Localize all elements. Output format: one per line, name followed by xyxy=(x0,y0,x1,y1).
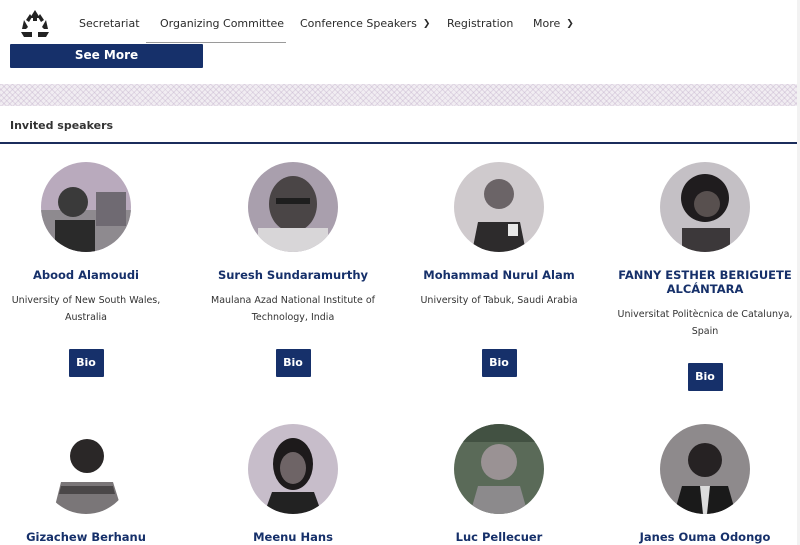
speaker-name[interactable]: Abood Alamoudi xyxy=(0,268,186,282)
decorative-pattern-band xyxy=(0,84,800,106)
speaker-affiliation: Universitat Politècnica de Catalunya, Sp… xyxy=(617,309,793,337)
speaker-affiliation: University of Tabuk, Saudi Arabia xyxy=(420,295,578,306)
speaker-card: Meenu Hans xyxy=(193,424,393,545)
top-nav: Secretariat Organizing Committee Confere… xyxy=(0,0,800,46)
speaker-photo xyxy=(454,424,544,514)
nav-conference-speakers-label: Conference Speakers xyxy=(300,17,417,30)
bio-button[interactable]: Bio xyxy=(275,349,311,377)
bio-button[interactable]: Bio xyxy=(687,363,723,391)
section-divider xyxy=(0,142,798,144)
speaker-card: Gizachew Berhanu xyxy=(0,424,186,545)
speaker-card: Suresh Sundaramurthy Maulana Azad Nation… xyxy=(193,162,393,402)
nav-more-label: More xyxy=(533,17,561,30)
chevron-down-icon: ❯ xyxy=(422,19,431,29)
speaker-card: FANNY ESTHER BERIGUETE ALCÁNTARA Univers… xyxy=(605,162,800,402)
nav-organizing-committee[interactable]: Organizing Committee xyxy=(160,17,284,30)
speaker-photo xyxy=(660,424,750,514)
see-more-button[interactable]: See More xyxy=(10,44,203,68)
speaker-name[interactable]: FANNY ESTHER BERIGUETE ALCÁNTARA xyxy=(605,268,800,296)
speaker-photo xyxy=(660,162,750,252)
chevron-down-icon: ❯ xyxy=(566,19,574,29)
speaker-name[interactable]: Janes Ouma Odongo xyxy=(605,530,800,544)
speaker-photo xyxy=(41,162,131,252)
speaker-name[interactable]: Meenu Hans xyxy=(193,530,393,544)
bio-button[interactable]: Bio xyxy=(481,349,517,377)
speaker-card: Abood Alamoudi University of New South W… xyxy=(0,162,186,402)
speaker-photo xyxy=(454,162,544,252)
speaker-name[interactable]: Gizachew Berhanu xyxy=(0,530,186,544)
speaker-photo xyxy=(248,162,338,252)
speaker-card: Janes Ouma Odongo xyxy=(605,424,800,545)
speaker-card: Luc Pellecuer xyxy=(399,424,599,545)
nav-conference-speakers[interactable]: Conference Speakers ❯ xyxy=(300,17,430,30)
speaker-card: Mohammad Nurul Alam University of Tabuk,… xyxy=(399,162,599,402)
speaker-name[interactable]: Mohammad Nurul Alam xyxy=(399,268,599,282)
nav-registration[interactable]: Registration xyxy=(447,17,513,30)
speaker-photo xyxy=(41,424,131,514)
recycle-logo-icon[interactable] xyxy=(18,8,52,40)
nav-secretariat[interactable]: Secretariat xyxy=(79,17,140,30)
nav-more[interactable]: More ❯ xyxy=(533,17,574,30)
active-tab-underline xyxy=(146,42,286,43)
speaker-name[interactable]: Suresh Sundaramurthy xyxy=(193,268,393,282)
speaker-name[interactable]: Luc Pellecuer xyxy=(399,530,599,544)
speaker-affiliation: Maulana Azad National Institute of Techn… xyxy=(211,295,375,323)
section-title: Invited speakers xyxy=(10,119,114,132)
speaker-affiliation: University of New South Wales, Australia xyxy=(11,295,161,323)
bio-button[interactable]: Bio xyxy=(68,349,104,377)
speaker-photo xyxy=(248,424,338,514)
